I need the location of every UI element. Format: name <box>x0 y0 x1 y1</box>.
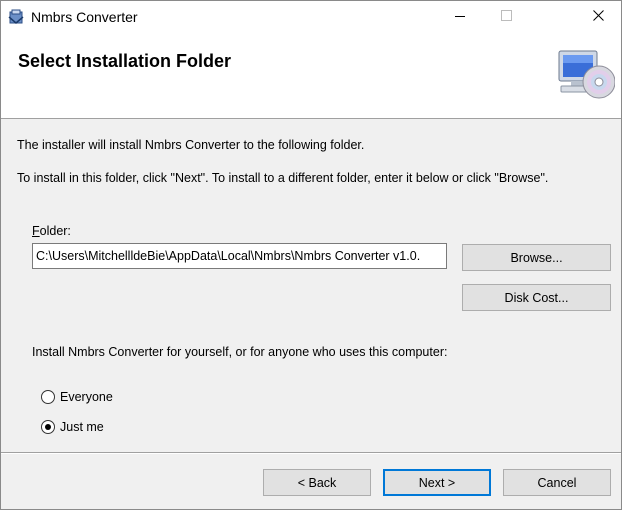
title-bar: Nmbrs Converter <box>1 1 621 32</box>
folder-label-text: older: <box>39 224 71 238</box>
back-button[interactable]: < Back <box>263 469 371 496</box>
radio-just-me[interactable]: Just me <box>41 418 104 436</box>
install-scope-label: Install Nmbrs Converter for yourself, or… <box>32 345 448 359</box>
installer-app-icon <box>7 8 25 26</box>
radio-everyone[interactable]: Everyone <box>41 388 113 406</box>
install-location-text: The installer will install Nmbrs Convert… <box>17 138 365 152</box>
header-band: Select Installation Folder <box>1 32 621 119</box>
radio-just-me-label: Just me <box>60 420 104 434</box>
close-button[interactable] <box>575 1 621 32</box>
folder-path-input[interactable]: C:\Users\MitchellldeBie\AppData\Local\Nm… <box>32 243 447 269</box>
folder-label-accelerator: F <box>32 224 40 238</box>
minimize-button[interactable] <box>437 1 483 32</box>
close-icon <box>592 9 604 24</box>
radio-button-unchecked[interactable] <box>41 390 55 404</box>
footer-divider <box>1 452 621 454</box>
page-title: Select Installation Folder <box>18 51 232 71</box>
folder-label: Folder: <box>32 224 71 238</box>
maximize-button[interactable] <box>483 1 529 32</box>
next-button[interactable]: Next > <box>383 469 491 496</box>
radio-button-checked[interactable] <box>41 420 55 434</box>
installer-window: Nmbrs Converter Select Installation Fold… <box>0 0 622 510</box>
cancel-button[interactable]: Cancel <box>503 469 611 496</box>
install-instructions-text: To install in this folder, click "Next".… <box>17 171 549 185</box>
window-title: Nmbrs Converter <box>31 9 138 25</box>
radio-everyone-label: Everyone <box>60 390 113 404</box>
disk-cost-button[interactable]: Disk Cost... <box>462 284 611 311</box>
browse-button[interactable]: Browse... <box>462 244 611 271</box>
minimize-icon <box>455 10 465 24</box>
maximize-icon <box>500 9 512 24</box>
computer-cd-icon <box>553 48 616 104</box>
